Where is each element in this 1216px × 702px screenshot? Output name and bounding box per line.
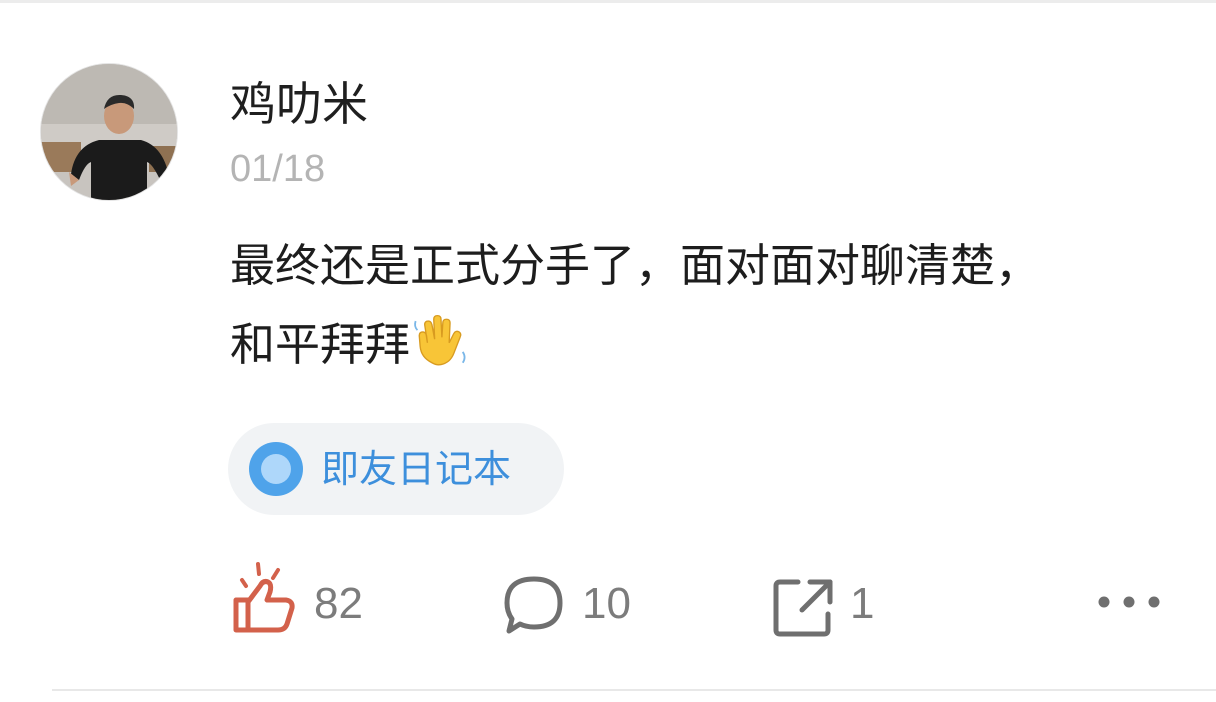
- comment-bubble-icon: [504, 576, 563, 634]
- share-icon: [773, 579, 833, 637]
- post-text-line: 最终还是正式分手了，面对面对聊清楚，: [230, 239, 1041, 292]
- post-text-fragment: 和平拜拜: [230, 318, 411, 371]
- topic-chip[interactable]: 即友日记本: [228, 423, 564, 515]
- post-text-line: 和平拜拜: [230, 305, 1190, 384]
- avatar-photo-icon: [41, 64, 177, 200]
- comment-button[interactable]: 10: [500, 552, 660, 652]
- topic-label: 即友日记本: [321, 447, 512, 491]
- more-button[interactable]: [1090, 552, 1170, 652]
- bottom-divider: [52, 689, 1216, 691]
- top-divider: [0, 0, 1216, 3]
- share-count: 1: [850, 579, 875, 628]
- thumbs-up-icon: [233, 562, 295, 633]
- more-dots-icon: [1098, 596, 1160, 608]
- avatar[interactable]: [40, 63, 178, 201]
- comment-count: 10: [582, 579, 631, 628]
- topic-dot-icon: [249, 442, 303, 496]
- like-count: 82: [314, 579, 363, 628]
- author-name[interactable]: 鸡叻米: [230, 74, 368, 134]
- post-text: 最终还是正式分手了，面对面对聊清楚， 和平拜拜: [230, 226, 1190, 384]
- waving-hand-icon: [414, 314, 466, 366]
- post-date: 01/18: [230, 148, 326, 190]
- like-button[interactable]: 82: [226, 552, 386, 652]
- share-button[interactable]: 1: [770, 552, 900, 652]
